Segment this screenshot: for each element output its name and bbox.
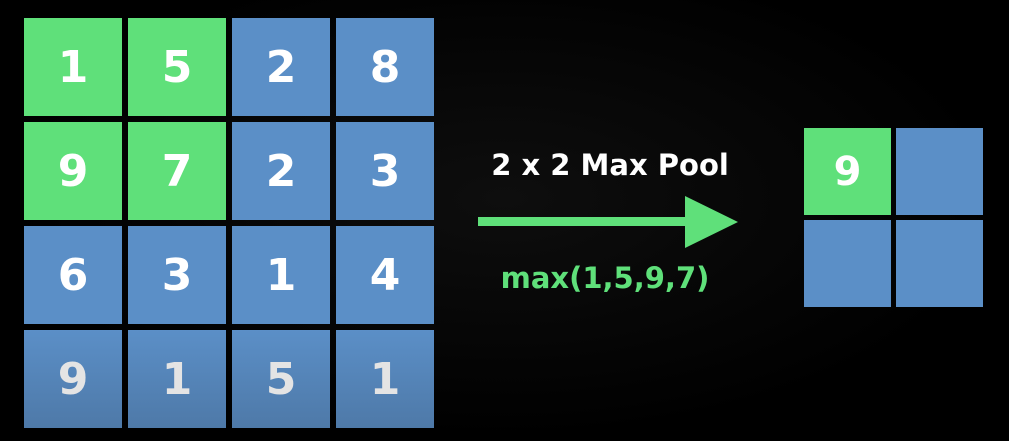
operation-label: 2 x 2 Max Pool: [491, 148, 729, 182]
input-cell: 1: [336, 330, 434, 428]
output-cell: [896, 220, 983, 307]
input-cell: 3: [336, 122, 434, 220]
output-cell: 9: [804, 128, 891, 215]
input-cell: 5: [128, 18, 226, 116]
input-cell: 5: [232, 330, 330, 428]
input-cell: 7: [128, 122, 226, 220]
input-cell: 8: [336, 18, 434, 116]
input-cell: 6: [24, 226, 122, 324]
input-cell: 1: [24, 18, 122, 116]
max-formula: max(1,5,9,7): [500, 261, 710, 295]
right-arrow-icon: [478, 196, 738, 248]
input-cell: 4: [336, 226, 434, 324]
input-cell: 1: [232, 226, 330, 324]
output-cell: [896, 128, 983, 215]
output-matrix: 9: [804, 128, 983, 307]
output-cell: [804, 220, 891, 307]
input-cell: 9: [24, 122, 122, 220]
input-cell: 3: [128, 226, 226, 324]
input-cell: 2: [232, 122, 330, 220]
input-matrix: 1 5 2 8 9 7 2 3 6 3 1 4 9 1 5 1: [24, 18, 434, 428]
input-cell: 9: [24, 330, 122, 428]
input-cell: 1: [128, 330, 226, 428]
input-cell: 2: [232, 18, 330, 116]
